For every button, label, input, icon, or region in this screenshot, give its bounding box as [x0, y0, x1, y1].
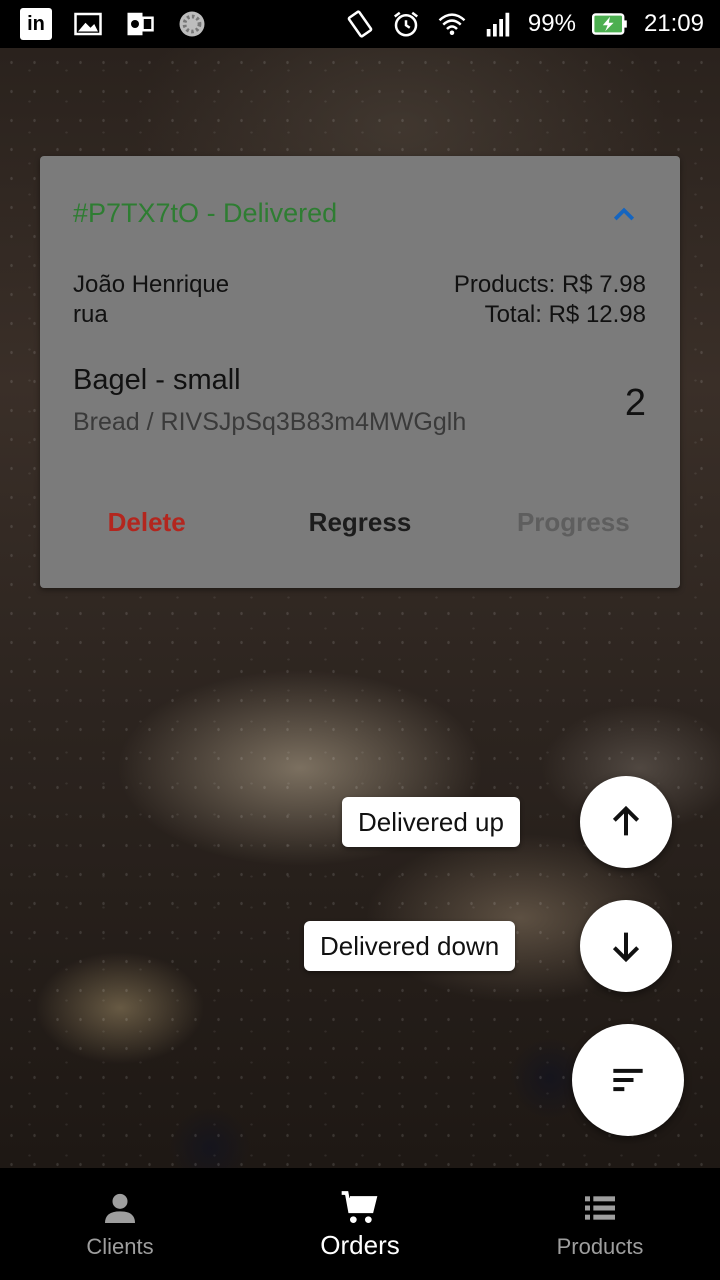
client-address: rua — [73, 301, 108, 328]
clock: 21:09 — [643, 10, 704, 37]
item-quantity: 2 — [624, 382, 646, 424]
nav-item-clients[interactable]: Clients — [0, 1168, 240, 1280]
chevron-up-icon — [613, 207, 635, 221]
nav-label-orders: Orders — [320, 1230, 400, 1260]
sort-fab-button[interactable] — [572, 1024, 684, 1136]
products-total: Products: R$ 7.98 — [453, 271, 646, 298]
arrow-up-icon — [612, 805, 640, 836]
order-actions: Delete Regress Progress — [40, 502, 680, 542]
nav-item-orders[interactable]: Orders — [240, 1168, 480, 1280]
delete-button[interactable]: Delete — [40, 502, 253, 542]
order-card[interactable]: #P7TX7tO - Delivered João Henrique rua P… — [40, 156, 680, 588]
regress-button[interactable]: Regress — [253, 502, 466, 542]
order-title: #P7TX7tO - Delivered — [73, 198, 338, 228]
battery-charging-icon — [590, 8, 630, 40]
battery-percent: 99% — [527, 10, 576, 37]
outlook-icon — [124, 8, 156, 40]
image-icon — [72, 8, 104, 40]
grand-total: Total: R$ 12.98 — [484, 301, 646, 328]
collapse-button[interactable] — [606, 198, 642, 230]
delivered-down-button[interactable] — [580, 900, 672, 992]
item-detail: Bread / RIVSJpSq3B83m4MWGglh — [73, 408, 467, 436]
signal-icon — [482, 8, 514, 40]
delivered-down-label[interactable]: Delivered down — [304, 921, 516, 971]
progress-button[interactable]: Progress — [467, 502, 680, 542]
alarm-icon — [390, 8, 422, 40]
cart-icon — [341, 1191, 378, 1223]
nav-item-products[interactable]: Products — [480, 1168, 720, 1280]
sort-icon — [613, 1068, 643, 1092]
delivered-up-label[interactable]: Delivered up — [342, 797, 520, 847]
order-totals: Products: R$ 7.98 Total: R$ 12.98 — [454, 270, 646, 330]
status-bar: in 99% 21:09 — [0, 0, 720, 48]
nav-label-clients: Clients — [86, 1234, 154, 1259]
delivered-up-button[interactable] — [580, 776, 672, 868]
loading-icon — [176, 8, 208, 40]
item-name: Bagel - small — [73, 364, 241, 396]
linkedin-icon: in — [20, 8, 52, 40]
arrow-down-icon — [612, 932, 640, 963]
wifi-icon — [436, 8, 468, 40]
person-icon — [105, 1193, 135, 1223]
client-info: João Henrique rua — [73, 270, 229, 330]
nav-label-products: Products — [556, 1234, 644, 1259]
client-name: João Henrique — [73, 271, 230, 298]
bottom-navigation: Clients Orders Products — [0, 1168, 720, 1280]
list-icon — [585, 1196, 615, 1220]
rotate-icon — [344, 8, 376, 40]
